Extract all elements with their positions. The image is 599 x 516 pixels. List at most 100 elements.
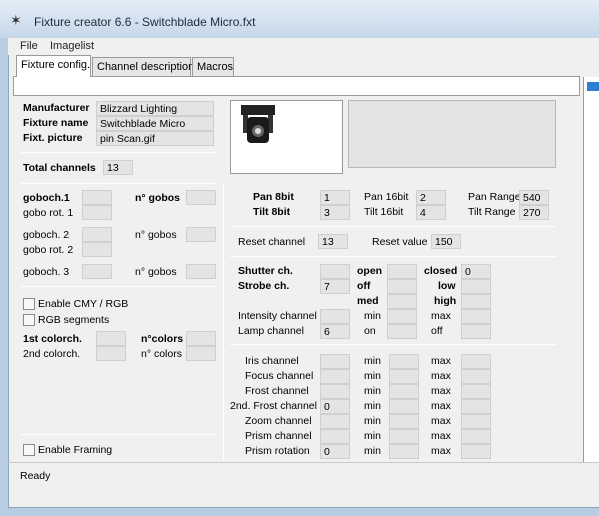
- zoom-min-label: min: [364, 415, 381, 427]
- colorch1-label: 1st colorch.: [23, 333, 82, 345]
- tilt8-field[interactable]: 3: [320, 205, 350, 220]
- prism-field[interactable]: [320, 429, 350, 444]
- picture-field[interactable]: pin Scan.gif: [96, 131, 214, 146]
- off-label: off: [357, 280, 371, 292]
- frost-label: Frost channel: [245, 385, 309, 397]
- focus-max-label: max: [431, 370, 451, 382]
- app-icon: ✶: [10, 12, 22, 28]
- fixture-name-field[interactable]: Switchblade Micro: [96, 116, 214, 131]
- tilt-range-label: Tilt Range: [468, 206, 516, 218]
- gobos1-label: n° gobos: [135, 192, 181, 204]
- goboch1-field[interactable]: [82, 190, 112, 205]
- separator: [230, 226, 556, 227]
- med-field[interactable]: [387, 294, 417, 309]
- frost-min-label: min: [364, 385, 381, 397]
- tilt8-label: Tilt 8bit: [253, 206, 291, 218]
- high-label: high: [434, 295, 457, 307]
- low-label: low: [438, 280, 456, 292]
- moving-head-icon: [241, 105, 275, 143]
- fixture-picture: [230, 100, 343, 174]
- ncolors2-field[interactable]: [186, 346, 216, 361]
- tilt16-label: Tilt 16bit: [364, 206, 404, 218]
- prism-min-field[interactable]: [389, 429, 419, 444]
- intensity-min-field[interactable]: [387, 309, 417, 324]
- gobos2-field[interactable]: [186, 227, 216, 242]
- open-field[interactable]: [387, 264, 417, 279]
- reset-channel-label: Reset channel: [238, 236, 306, 248]
- iris-field[interactable]: [320, 354, 350, 369]
- gobo-rot1-field[interactable]: [82, 205, 112, 220]
- prism-max-field[interactable]: [461, 429, 491, 444]
- tilt-range-field[interactable]: 270: [519, 205, 549, 220]
- reset-value-label: Reset value: [372, 236, 428, 248]
- iris-max-field[interactable]: [461, 354, 491, 369]
- frost-field[interactable]: [320, 384, 350, 399]
- lamp-on-label: on: [364, 325, 376, 337]
- zoom-label: Zoom channel: [245, 415, 312, 427]
- menu-imagelist[interactable]: Imagelist: [50, 40, 94, 52]
- enable-cmy-checkbox[interactable]: [23, 298, 35, 310]
- goboch3-field[interactable]: [82, 264, 112, 279]
- total-channels-field[interactable]: 13: [103, 160, 133, 175]
- frost2-min-field[interactable]: [389, 399, 419, 414]
- frost2-min-label: min: [364, 400, 381, 412]
- tab-strip-field: [13, 76, 580, 96]
- low-field[interactable]: [461, 279, 491, 294]
- frost-min-field[interactable]: [389, 384, 419, 399]
- zoom-max-field[interactable]: [461, 414, 491, 429]
- tilt16-field[interactable]: 4: [416, 205, 446, 220]
- frost2-field[interactable]: 0: [320, 399, 350, 414]
- pan16-field[interactable]: 2: [416, 190, 446, 205]
- gobos1-field[interactable]: [186, 190, 216, 205]
- lamp-on-field[interactable]: [387, 324, 417, 339]
- closed-field[interactable]: 0: [461, 264, 491, 279]
- separator: [21, 183, 216, 184]
- gobos2-label: n° gobos: [135, 229, 177, 241]
- intensity-field[interactable]: [320, 309, 350, 324]
- tab-macros[interactable]: Macros: [192, 57, 234, 76]
- lamp-off-field[interactable]: [461, 324, 491, 339]
- frost-max-field[interactable]: [461, 384, 491, 399]
- total-channels-label: Total channels: [23, 162, 96, 174]
- prism-rot-max-field[interactable]: [461, 444, 491, 459]
- colorch2-field[interactable]: [96, 346, 126, 361]
- pan-range-field[interactable]: 540: [519, 190, 549, 205]
- strobe-field[interactable]: 7: [320, 279, 350, 294]
- zoom-min-field[interactable]: [389, 414, 419, 429]
- high-field[interactable]: [461, 294, 491, 309]
- open-label: open: [357, 265, 383, 277]
- file-list-panel[interactable]: [583, 77, 599, 462]
- reset-channel-field[interactable]: 13: [318, 234, 348, 249]
- gobo-rot2-field[interactable]: [82, 242, 112, 257]
- gobo-rot2-label: gobo rot. 2: [23, 244, 74, 256]
- pan8-field[interactable]: 1: [320, 190, 350, 205]
- shutter-label: Shutter ch.: [238, 265, 293, 277]
- gobos3-field[interactable]: [186, 264, 216, 279]
- intensity-max-field[interactable]: [461, 309, 491, 324]
- colorch1-field[interactable]: [96, 331, 126, 346]
- prism-rot-field[interactable]: 0: [320, 444, 350, 459]
- zoom-field[interactable]: [320, 414, 350, 429]
- goboch2-field[interactable]: [82, 227, 112, 242]
- focus-max-field[interactable]: [461, 369, 491, 384]
- menu-file[interactable]: File: [20, 40, 38, 52]
- focus-field[interactable]: [320, 369, 350, 384]
- frost2-label: 2nd. Frost channel: [230, 400, 317, 412]
- focus-min-field[interactable]: [389, 369, 419, 384]
- shutter-field[interactable]: [320, 264, 350, 279]
- rgb-segments-checkbox[interactable]: [23, 314, 35, 326]
- off-field[interactable]: [387, 279, 417, 294]
- prism-max-label: max: [431, 430, 451, 442]
- lamp-field[interactable]: 6: [320, 324, 350, 339]
- tab-channel-description[interactable]: Channel description: [92, 57, 194, 76]
- manufacturer-label: Manufacturer: [23, 102, 90, 114]
- description-box[interactable]: [348, 100, 556, 168]
- prism-rot-min-field[interactable]: [389, 444, 419, 459]
- manufacturer-field[interactable]: Blizzard Lighting: [96, 101, 214, 116]
- enable-framing-checkbox[interactable]: [23, 444, 35, 456]
- iris-min-field[interactable]: [389, 354, 419, 369]
- reset-value-field[interactable]: 150: [431, 234, 461, 249]
- tab-fixture-config[interactable]: Fixture config.: [16, 55, 91, 77]
- frost2-max-field[interactable]: [461, 399, 491, 414]
- ncolors1-field[interactable]: [186, 331, 216, 346]
